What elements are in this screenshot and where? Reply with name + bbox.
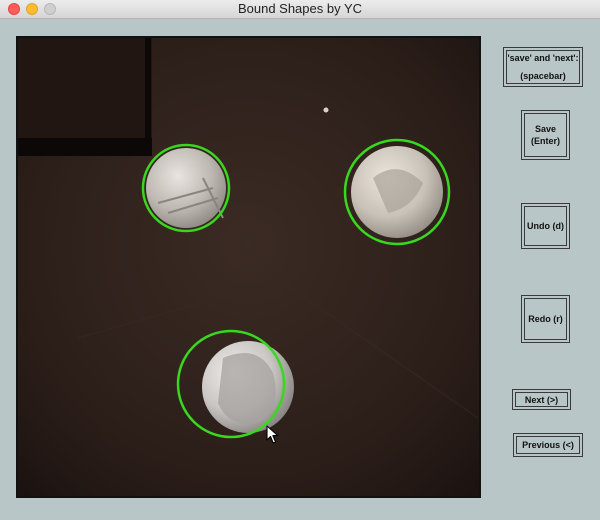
coin-top-right <box>351 146 443 238</box>
coin-top-left <box>146 148 226 228</box>
coin-bottom <box>202 341 294 433</box>
dust-speck <box>323 107 329 113</box>
previous-button[interactable]: Previous (<) <box>513 433 583 457</box>
next-button[interactable]: Next (>) <box>512 389 571 410</box>
window-title: Bound Shapes by YC <box>237 1 363 16</box>
image-canvas[interactable] <box>16 36 481 498</box>
save-and-next-label: 'save' and 'next': <box>507 53 579 63</box>
table-edge-shadow <box>18 138 152 156</box>
save-and-next-shortcut: (spacebar) <box>520 71 566 81</box>
redo-button[interactable]: Redo (r) <box>521 295 570 343</box>
save-shortcut: (Enter) <box>531 136 560 146</box>
undo-button[interactable]: Undo (d) <box>521 203 570 249</box>
mouse-pointer-icon <box>266 425 279 444</box>
redo-label: Redo (r) <box>528 314 563 324</box>
annotation-image <box>18 38 479 496</box>
save-button[interactable]: Save (Enter) <box>521 110 570 160</box>
table-panel <box>18 38 152 150</box>
save-and-next-button[interactable]: 'save' and 'next': (spacebar) <box>503 47 583 87</box>
save-label: Save <box>534 124 557 134</box>
previous-label: Previous (<) <box>522 440 574 450</box>
next-label: Next (>) <box>524 394 559 405</box>
title-bar: Bound Shapes by YC <box>0 0 600 19</box>
undo-label: Undo (d) <box>527 221 564 231</box>
